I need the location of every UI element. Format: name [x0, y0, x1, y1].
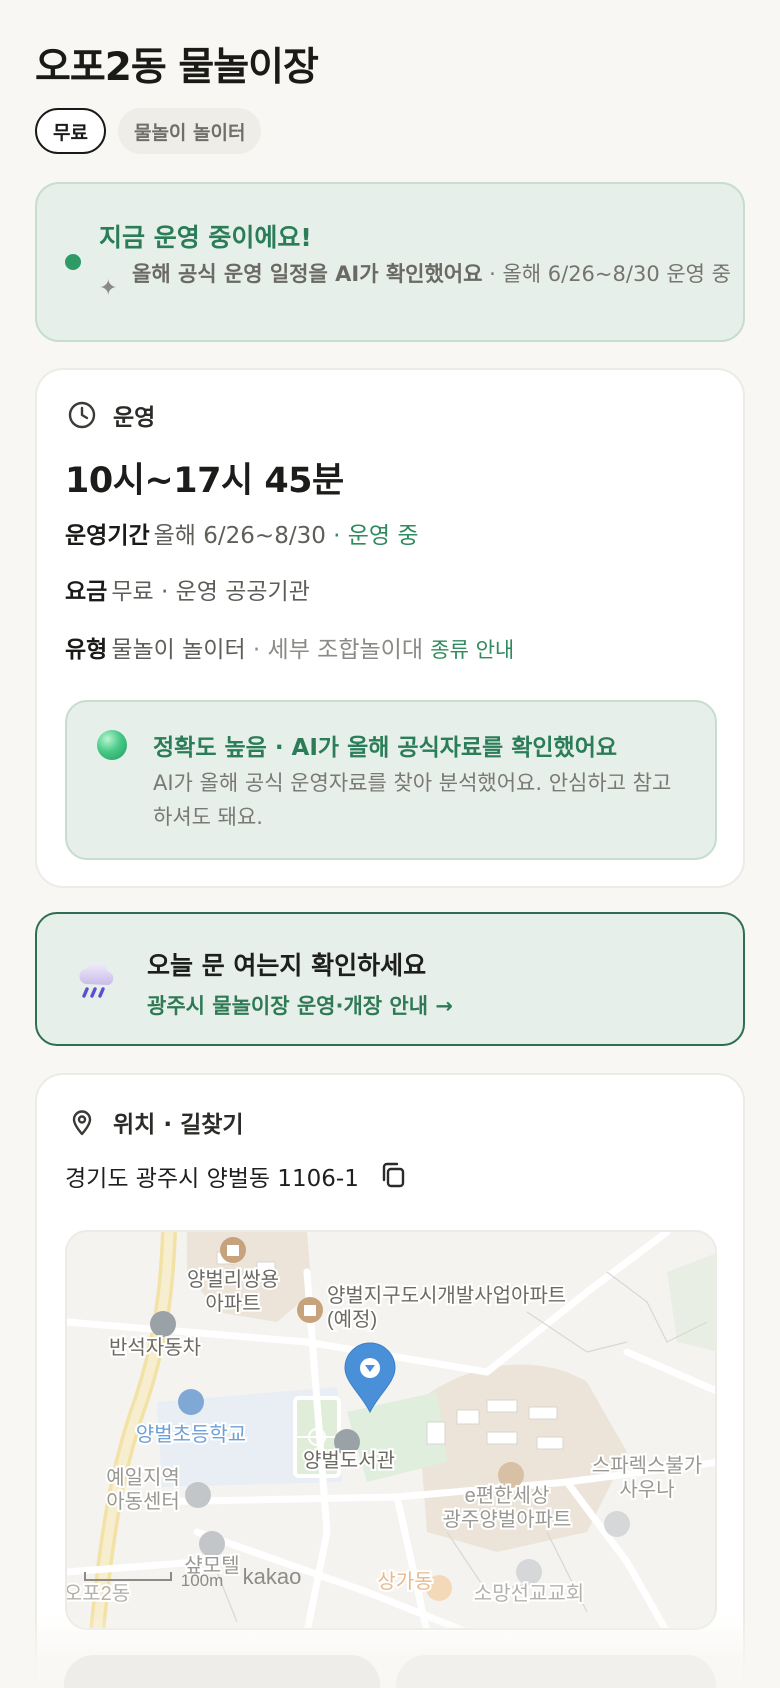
map-canvas: 양벌리쌍용 아파트 양벌지구도시개발사업아파트 (예정) 반석자동차 양벌초등학… — [67, 1232, 715, 1628]
location-card: 위치 · 길찾기 경기도 광주시 양벌동 1106-1 양벌리쌍용 아파트 양벌… — [35, 1073, 745, 1688]
copy-icon[interactable] — [379, 1161, 409, 1191]
map-label-center-line2: 아동센터 — [106, 1490, 180, 1513]
accuracy-indicator-icon — [97, 730, 127, 760]
address-text: 경기도 광주시 양벌동 1106-1 — [65, 1166, 359, 1192]
map-label-sauna-line1: 스파렉스불가 — [592, 1454, 702, 1477]
operation-card: 운영 10시~17시 45분 운영기간 올해 6/26~8/30 · 운영 중 요… — [35, 368, 745, 888]
open-notice-link[interactable]: 광주시 물놀이장 운영·개장 안내 → — [147, 990, 453, 1020]
map-label-sauna-line2: 사우나 — [619, 1478, 674, 1501]
map-label-center-line1: 예일지역 — [106, 1466, 180, 1489]
map-label-apt2-line2: (예정) — [327, 1308, 377, 1331]
tag-water-playground[interactable]: 물놀이 놀이터 — [117, 108, 262, 154]
clock-icon — [68, 401, 96, 429]
period-value: 올해 6/26~8/30 — [153, 523, 326, 549]
status-schedule: · 올해 6/26~8/30 운영 중 — [482, 262, 731, 286]
map-label-school: 양벌초등학교 — [136, 1423, 246, 1446]
location-section-header: 위치 · 길찾기 — [67, 1105, 244, 1139]
map-label-town: 오포2동 — [67, 1583, 130, 1605]
page-title: 오포2동 물놀이장 — [35, 45, 319, 90]
map-label-garage: 반석자동차 — [109, 1336, 201, 1359]
tag-free[interactable]: 무료 — [35, 108, 106, 154]
type-guide-link[interactable]: 종류 안내 — [430, 638, 514, 662]
type-detail: · 세부 조합놀이대 — [245, 637, 423, 663]
tag-row: 무료 물놀이 놀이터 — [35, 108, 262, 154]
open-check-title: 오늘 문 여는지 확인하세요 — [147, 951, 427, 980]
fee-row: 요금 무료 · 운영 공공기관 — [65, 572, 310, 606]
type-row: 유형 물놀이 놀이터 · 세부 조합놀이대 종류 안내 — [65, 630, 514, 664]
operation-label: 운영 — [113, 405, 156, 431]
bottom-action-right[interactable] — [396, 1655, 716, 1688]
address-row: 경기도 광주시 양벌동 1106-1 — [65, 1159, 409, 1193]
map-label-market: 상가동 — [377, 1570, 432, 1593]
operation-section-header: 운영 — [67, 398, 155, 432]
map-brand-logo: kakao — [243, 1564, 302, 1589]
type-value: 물놀이 놀이터 — [111, 637, 246, 663]
sparkle-icon: ✦ — [99, 276, 118, 301]
map-label-library: 양벌도서관 — [303, 1449, 395, 1472]
ai-note: 올해 공식 운영 일정을 AI가 확인했어요 — [132, 262, 483, 286]
period-row: 운영기간 올해 6/26~8/30 · 운영 중 — [65, 516, 419, 550]
map-label-apt3-line1: e편한세상 — [465, 1484, 550, 1507]
period-status: · 운영 중 — [325, 523, 419, 549]
map-label-apt1-line1: 양벌리쌍용 — [187, 1268, 279, 1291]
map-label-apt3-line2: 광주양벌아파트 — [443, 1508, 572, 1531]
operating-hours: 10시~17시 45분 — [65, 461, 344, 501]
map-label-apt2-line1: 양벌지구도시개발사업아파트 — [327, 1284, 566, 1307]
map-pin-icon — [72, 1110, 92, 1136]
fee-label: 요금 — [65, 579, 108, 605]
page: 오포2동 물놀이장 무료 물놀이 놀이터 지금 운영 중이에요! ✦ 올해 공식… — [0, 0, 780, 1688]
rain-cloud-icon — [79, 962, 114, 998]
status-card: 지금 운영 중이에요! ✦ 올해 공식 운영 일정을 AI가 확인했어요 · 올… — [35, 182, 745, 342]
map-label-church: 소망선교교회 — [474, 1582, 584, 1605]
bottom-action-left[interactable] — [64, 1655, 380, 1688]
status-subtitle: 올해 공식 운영 일정을 AI가 확인했어요 · 올해 6/26~8/30 운영… — [132, 260, 732, 288]
map-scale-label: 100m — [181, 1571, 224, 1590]
accuracy-description: AI가 올해 공식 운영자료를 찾아 분석했어요. 안심하고 참고하셔도 돼요. — [153, 771, 672, 829]
map-view[interactable]: 양벌리쌍용 아파트 양벌지구도시개발사업아파트 (예정) 반석자동차 양벌초등학… — [65, 1230, 717, 1630]
type-label: 유형 — [65, 637, 108, 663]
status-dot — [65, 254, 81, 270]
accuracy-title: 정확도 높음 · AI가 올해 공식자료를 확인했어요 — [153, 735, 618, 761]
open-check-card[interactable]: 오늘 문 여는지 확인하세요 광주시 물놀이장 운영·개장 안내 → — [35, 912, 745, 1046]
status-title: 지금 운영 중이에요! — [99, 223, 312, 252]
period-label: 운영기간 — [65, 523, 150, 549]
accuracy-box: 정확도 높음 · AI가 올해 공식자료를 확인했어요 AI가 올해 공식 운영… — [65, 700, 717, 860]
fee-value: 무료 · 운영 공공기관 — [111, 579, 310, 605]
map-label-apt1-line2: 아파트 — [205, 1292, 260, 1315]
location-label: 위치 · 길찾기 — [113, 1112, 244, 1138]
